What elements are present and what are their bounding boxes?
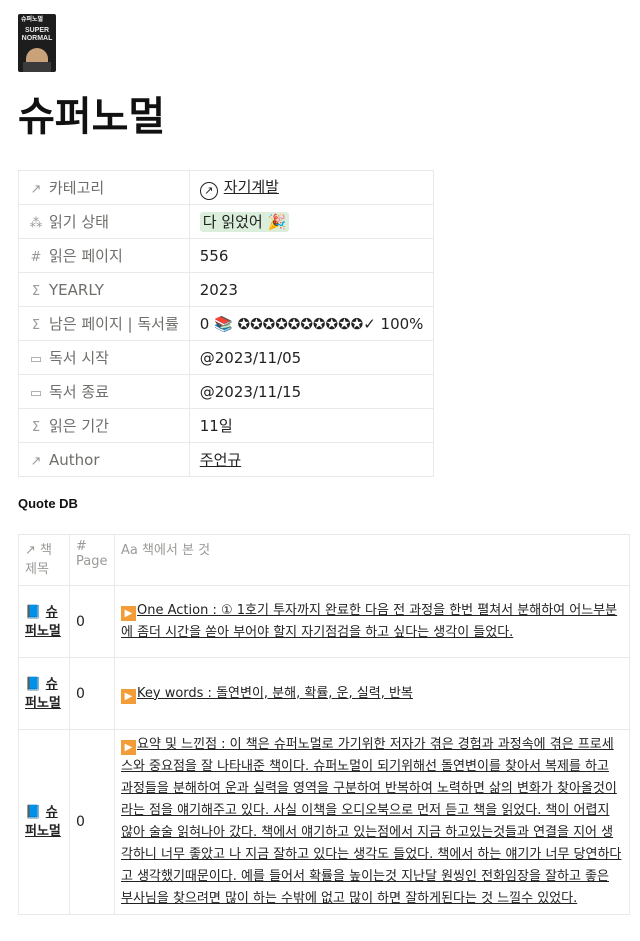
number-hash-icon: #: [30, 250, 42, 265]
property-key[interactable]: # 읽은 페이지: [18, 238, 190, 273]
property-value[interactable]: @2023/11/15: [188, 374, 435, 409]
category-link[interactable]: 자기계발: [224, 178, 279, 196]
relation-arrow-icon: ↗: [30, 182, 42, 197]
book-relation-cell[interactable]: 📘 슈퍼노멀: [18, 585, 70, 658]
property-row-read-status[interactable]: ⁂ 읽기 상태 다 읽었어 🎉: [18, 204, 435, 239]
property-key[interactable]: Σ 읽은 기간: [18, 408, 190, 443]
column-header-book[interactable]: ↗ 책 제목: [18, 534, 70, 586]
formula-sigma-icon: Σ: [31, 318, 41, 333]
relation-link-icon: ↗: [199, 181, 218, 200]
quote-db-table: ↗ 책 제목 # Page Aa 책에서 본 것 📘 슈퍼노멀 0 ▶ One A…: [18, 534, 630, 915]
book-link[interactable]: 슈퍼노멀: [25, 677, 61, 711]
book-link[interactable]: 슈퍼노멀: [25, 805, 61, 839]
status-loader-icon: ⁂: [29, 216, 43, 231]
table-row[interactable]: 📘 슈퍼노멀 0 ▶ 요약 및 느낀점 : 이 책은 슈퍼노멀로 가기위한 저자가…: [18, 729, 630, 915]
column-header-page[interactable]: # Page: [69, 534, 115, 586]
property-row-start-date[interactable]: ▭ 독서 시작 @2023/11/05: [18, 340, 435, 375]
cover-top-text: 슈퍼노멀: [21, 17, 44, 23]
table-row[interactable]: 📘 슈퍼노멀 0 ▶ One Action : ① 1호기 투자까지 완료한 다음…: [18, 585, 630, 658]
property-row-duration[interactable]: Σ 읽은 기간 11일: [18, 408, 435, 443]
property-row-author[interactable]: ↗ Author 주언규: [18, 442, 435, 477]
table-row[interactable]: 📘 슈퍼노멀 0 ▶ Key words : 돌연변이, 분해, 확률, 운, 실…: [18, 657, 630, 730]
calendar-icon: ▭: [29, 386, 43, 401]
book-relation-cell[interactable]: 📘 슈퍼노멀: [18, 729, 70, 915]
book-cover-image[interactable]: 슈퍼노멀 SUPER NORMAL: [18, 14, 56, 72]
property-row-yearly[interactable]: Σ YEARLY 2023: [18, 272, 435, 307]
calendar-icon: ▭: [29, 352, 43, 367]
formula-sigma-icon: Σ: [31, 420, 41, 435]
page-cell[interactable]: 0: [69, 729, 115, 915]
property-row-pages-read[interactable]: # 읽은 페이지 556: [18, 238, 435, 273]
page-title[interactable]: 슈퍼노멀: [18, 84, 165, 142]
relation-arrow-icon: ↗: [30, 453, 42, 469]
cover-portrait-body: [23, 62, 51, 72]
author-link[interactable]: 주언규: [200, 451, 241, 469]
page-cell[interactable]: 0: [69, 657, 115, 730]
formula-sigma-icon: Σ: [31, 283, 41, 299]
property-row-end-date[interactable]: ▭ 독서 종료 @2023/11/15: [18, 374, 435, 409]
note-cell[interactable]: ▶ One Action : ① 1호기 투자까지 완료한 다음 전 과정을 한번…: [114, 585, 630, 658]
cover-title-text: SUPER NORMAL: [21, 27, 53, 42]
note-cell[interactable]: ▶ 요약 및 느낀점 : 이 책은 슈퍼노멀로 가기위한 저자가 겪은 경험과 과…: [114, 729, 630, 915]
property-key[interactable]: ↗ Author: [18, 442, 190, 477]
properties-table: ↗ 카테고리 ↗ 자기계발 ⁂ 읽기 상태 다 읽었어 🎉 # 읽은 페이지 556 Σ…: [18, 170, 435, 477]
property-value[interactable]: 다 읽었어 🎉: [188, 204, 435, 239]
column-header-note[interactable]: Aa 책에서 본 것: [114, 534, 630, 586]
play-icon: ▶: [121, 740, 136, 755]
property-row-remaining-progress[interactable]: Σ 남은 페이지 | 독서률 0 📚 ✪✪✪✪✪✪✪✪✪✪✓ 100%: [18, 306, 435, 341]
play-icon: ▶: [121, 688, 136, 704]
property-value[interactable]: 주언규: [188, 442, 435, 477]
property-value[interactable]: 11일: [188, 408, 435, 443]
status-badge[interactable]: 다 읽었어 🎉: [199, 212, 290, 232]
property-value[interactable]: 0 📚 ✪✪✪✪✪✪✪✪✪✪✓ 100%: [188, 306, 435, 341]
property-row-category[interactable]: ↗ 카테고리 ↗ 자기계발: [18, 170, 435, 205]
book-relation-cell[interactable]: 📘 슈퍼노멀: [18, 657, 70, 730]
property-key[interactable]: ↗ 카테고리: [18, 170, 190, 205]
quote-db-header-row: ↗ 책 제목 # Page Aa 책에서 본 것: [18, 534, 630, 586]
property-key[interactable]: ▭ 독서 종료: [18, 374, 190, 409]
property-key[interactable]: Σ 남은 페이지 | 독서률: [18, 306, 190, 341]
property-value[interactable]: ↗ 자기계발: [188, 170, 435, 205]
note-cell[interactable]: ▶ Key words : 돌연변이, 분해, 확률, 운, 실력, 반복: [114, 657, 630, 730]
property-value[interactable]: 556: [188, 238, 435, 273]
play-icon: ▶: [121, 605, 136, 621]
property-key[interactable]: Σ YEARLY: [18, 272, 190, 307]
property-value[interactable]: 2023: [188, 272, 435, 307]
property-key[interactable]: ⁂ 읽기 상태: [18, 204, 190, 239]
book-link[interactable]: 슈퍼노멀: [25, 605, 61, 639]
page-cell[interactable]: 0: [69, 585, 115, 658]
quote-db-title[interactable]: Quote DB: [18, 496, 78, 511]
property-key[interactable]: ▭ 독서 시작: [18, 340, 190, 375]
property-value[interactable]: @2023/11/05: [188, 340, 435, 375]
